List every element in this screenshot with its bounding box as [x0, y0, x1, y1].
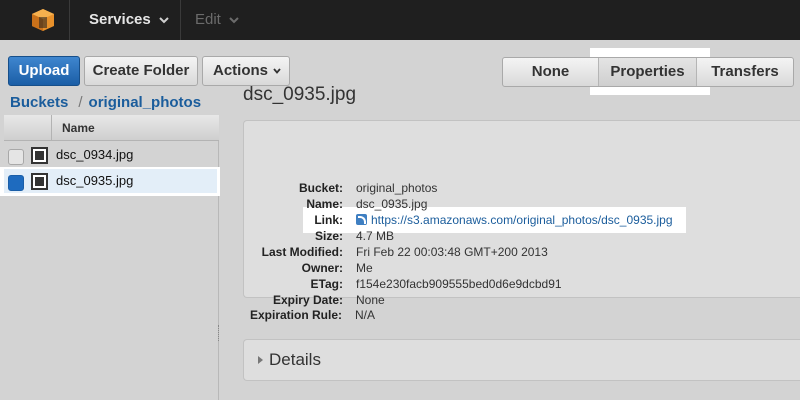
- property-value: 4.7 MB: [356, 229, 395, 243]
- property-size: Size: 4.7 MB: [244, 228, 800, 244]
- property-key: Link:: [314, 213, 343, 227]
- chevron-down-icon: [229, 17, 239, 24]
- edit-menu-label: Edit: [195, 11, 221, 28]
- image-file-icon: [31, 147, 48, 164]
- properties-panel: Bucket: original_photos Name: dsc_0935.j…: [243, 120, 800, 307]
- object-list: Name dsc_0934.jpg dsc_0935.jpg: [0, 115, 220, 400]
- property-value: original_photos: [356, 181, 438, 195]
- property-value: Fri Feb 22 00:03:48 GMT+200 2013: [356, 245, 548, 259]
- aws-cube-icon[interactable]: [31, 8, 55, 32]
- property-value: N/A: [355, 308, 376, 322]
- property-key: Expiration Rule:: [249, 308, 342, 322]
- view-toggle: None Properties Transfers: [502, 57, 794, 87]
- upload-button[interactable]: Upload: [8, 56, 80, 86]
- none-view-button[interactable]: None: [503, 58, 599, 86]
- property-value: Me: [356, 261, 373, 275]
- edit-menu[interactable]: Edit: [195, 0, 239, 40]
- details-label: Details: [269, 350, 321, 369]
- breadcrumb: Buckets / original_photos: [10, 94, 201, 111]
- top-nav-bar: Services Edit: [0, 0, 800, 40]
- property-value: https://s3.amazonaws.com/original_photos…: [356, 212, 673, 228]
- details-section-toggle[interactable]: Details: [243, 339, 800, 381]
- chevron-down-icon: [159, 17, 169, 24]
- file-name: dsc_0935.jpg: [56, 173, 134, 188]
- property-key: Expiry Date:: [272, 293, 343, 307]
- services-menu[interactable]: Services: [89, 0, 169, 40]
- property-name: Name: dsc_0935.jpg: [244, 196, 800, 212]
- property-bucket: Bucket: original_photos: [244, 180, 800, 196]
- property-owner: Owner: Me: [244, 260, 800, 276]
- row-checkbox[interactable]: [8, 175, 24, 191]
- nav-divider: [180, 0, 181, 40]
- property-key: Size:: [314, 229, 343, 243]
- properties-title: dsc_0935.jpg: [243, 84, 357, 105]
- property-expiry-date: Expiry Date: None: [244, 292, 800, 308]
- property-key: Name:: [306, 197, 343, 211]
- select-column-header[interactable]: [4, 115, 52, 141]
- property-value: f154e230facb909555bed0d6e9dcbd91: [356, 277, 562, 291]
- image-file-icon: [31, 173, 48, 190]
- list-item[interactable]: dsc_0934.jpg: [0, 142, 219, 168]
- file-name: dsc_0934.jpg: [56, 147, 134, 162]
- breadcrumb-buckets-link[interactable]: Buckets: [10, 94, 68, 111]
- property-key: ETag:: [310, 277, 343, 291]
- property-value: dsc_0935.jpg: [356, 197, 428, 211]
- property-last-modified: Last Modified: Fri Feb 22 00:03:48 GMT+2…: [244, 244, 800, 260]
- property-key: Last Modified:: [261, 245, 343, 259]
- chevron-down-icon: [273, 68, 281, 74]
- actions-dropdown-button[interactable]: Actions: [202, 56, 290, 86]
- create-folder-button[interactable]: Create Folder: [84, 56, 198, 86]
- list-header: Name: [4, 115, 219, 141]
- property-key: Bucket:: [298, 181, 343, 195]
- object-link[interactable]: https://s3.amazonaws.com/original_photos…: [371, 213, 673, 227]
- breadcrumb-bucket-link[interactable]: original_photos: [89, 94, 202, 111]
- transfers-view-button[interactable]: Transfers: [697, 58, 793, 86]
- pane-resize-handle[interactable]: [218, 325, 222, 341]
- rss-feed-icon: [356, 214, 367, 225]
- list-item-selected[interactable]: dsc_0935.jpg: [0, 167, 220, 196]
- actions-label: Actions: [213, 62, 269, 79]
- property-value: None: [356, 293, 385, 307]
- properties-view-button[interactable]: Properties: [599, 58, 697, 86]
- property-key: Owner:: [301, 261, 343, 275]
- services-menu-label: Services: [89, 11, 151, 28]
- nav-divider: [69, 0, 70, 40]
- property-expiration-rule: Expiration Rule: N/A: [243, 307, 800, 323]
- property-link: Link: https://s3.amazonaws.com/original_…: [244, 212, 800, 228]
- expand-triangle-icon: [258, 356, 263, 364]
- property-etag: ETag: f154e230facb909555bed0d6e9dcbd91: [244, 276, 800, 292]
- breadcrumb-separator: /: [78, 94, 83, 111]
- row-checkbox[interactable]: [8, 149, 24, 165]
- name-column-header[interactable]: Name: [62, 115, 95, 141]
